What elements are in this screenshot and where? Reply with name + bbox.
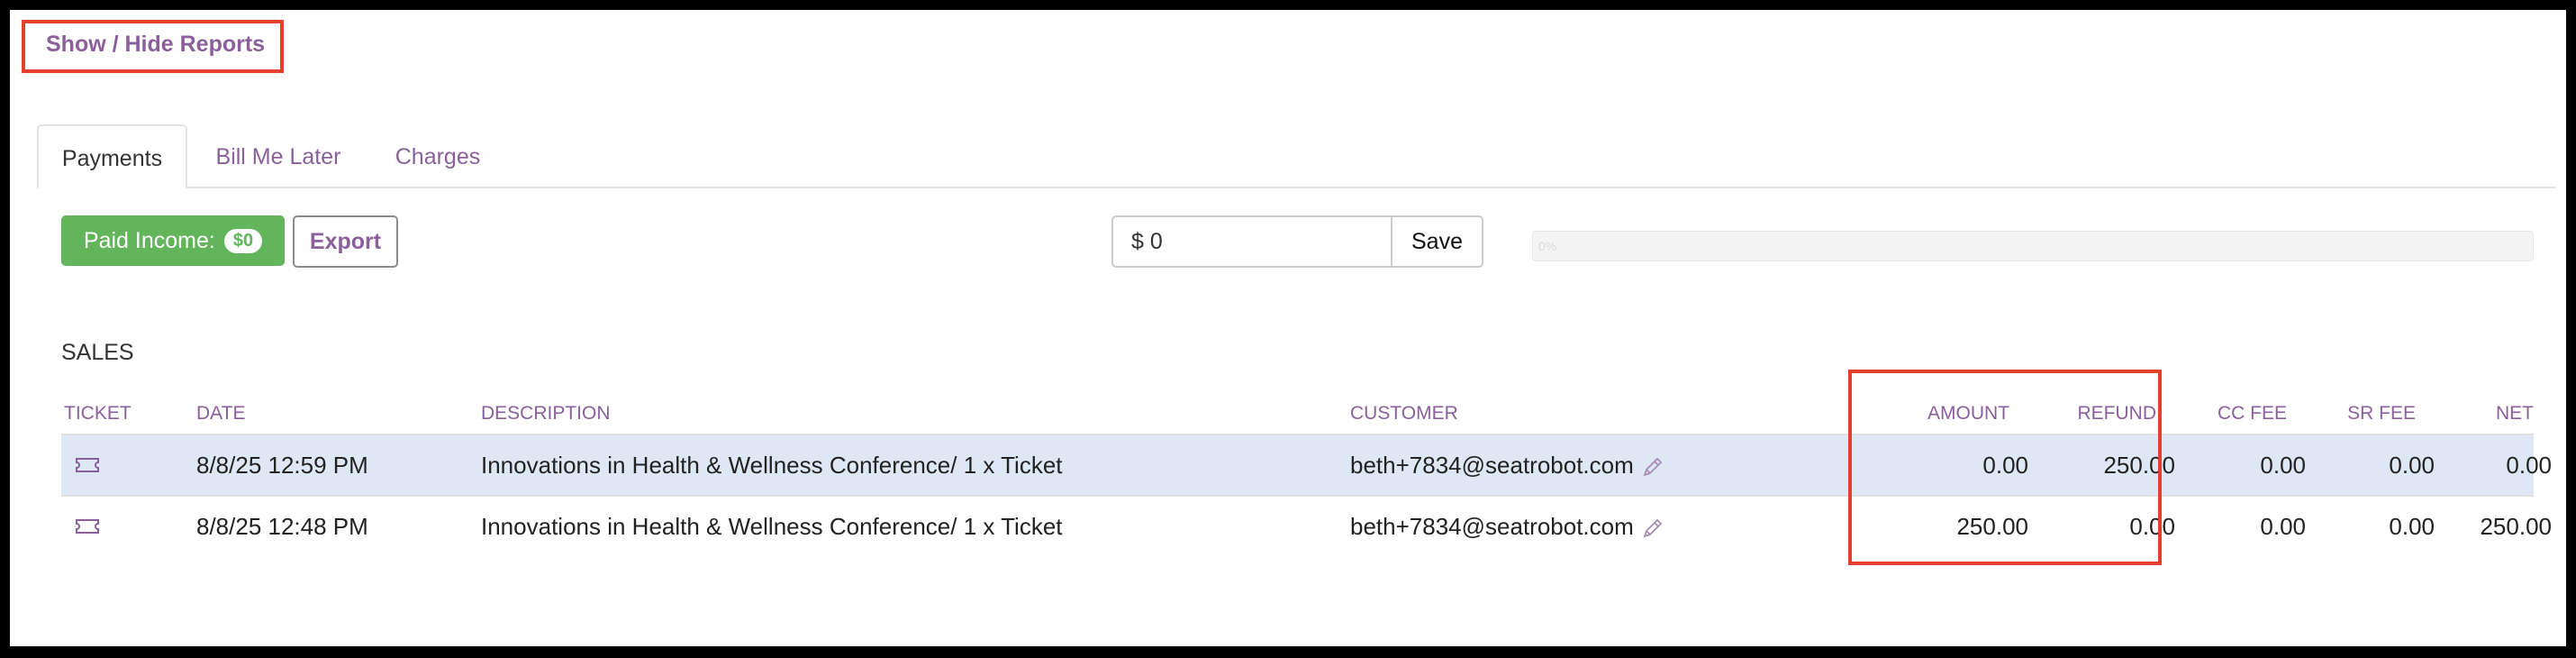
progress-text: 0%	[1538, 239, 1557, 253]
row-customer-email: beth+7834@seatrobot.com	[1350, 513, 1634, 540]
annotation-box-amount-refund	[1848, 370, 2162, 565]
pencil-icon[interactable]	[1641, 455, 1664, 479]
paid-income-label: Paid Income:	[83, 227, 215, 253]
col-header-net: NET	[2496, 403, 2534, 424]
row-cc-fee: 0.00	[2260, 513, 2306, 540]
ticket-icon	[76, 519, 99, 534]
col-header-customer: CUSTOMER	[1350, 403, 1458, 424]
col-header-ticket: TICKET	[64, 403, 132, 424]
row-customer: beth+7834@seatrobot.com	[1350, 497, 1664, 556]
row-sr-fee: 0.00	[2389, 513, 2435, 540]
row-date: 8/8/25 12:48 PM	[196, 513, 368, 540]
row-description: Innovations in Health & Wellness Confere…	[481, 513, 1063, 540]
toggle-reports-link[interactable]: Show / Hide Reports	[46, 32, 265, 58]
col-header-description: DESCRIPTION	[481, 403, 611, 424]
save-button[interactable]: Save	[1391, 215, 1483, 268]
progress-bar: 0%	[1532, 231, 2534, 261]
report-panel: Show / Hide Reports Payments Bill Me Lat…	[10, 10, 2566, 646]
row-net: 250.00	[2480, 513, 2552, 540]
tab-payments[interactable]: Payments	[37, 124, 187, 189]
sales-title: SALES	[61, 340, 134, 365]
amount-input[interactable]: $ 0	[1111, 215, 1392, 268]
row-net: 0.00	[2506, 452, 2552, 479]
row-description: Innovations in Health & Wellness Confere…	[481, 452, 1063, 479]
row-cc-fee: 0.00	[2260, 452, 2306, 479]
col-header-cc-fee: CC FEE	[2217, 403, 2287, 424]
export-button[interactable]: Export	[293, 215, 398, 268]
pencil-icon[interactable]	[1641, 516, 1664, 540]
table-row[interactable]: 8/8/25 12:48 PM Innovations in Health & …	[61, 497, 2552, 556]
col-header-sr-fee: SR FEE	[2347, 403, 2416, 424]
ticket-icon	[76, 458, 99, 472]
paid-income-badge: $0	[223, 228, 263, 253]
tab-bill-me-later[interactable]: Bill Me Later	[201, 124, 356, 189]
row-customer-email: beth+7834@seatrobot.com	[1350, 452, 1634, 479]
row-customer: beth+7834@seatrobot.com	[1350, 435, 1664, 495]
paid-income-button[interactable]: Paid Income: $0	[61, 215, 285, 266]
row-date: 8/8/25 12:59 PM	[196, 452, 368, 479]
row-sr-fee: 0.00	[2389, 452, 2435, 479]
col-header-date: DATE	[196, 403, 246, 424]
tab-charges[interactable]: Charges	[381, 124, 494, 189]
table-row[interactable]: 8/8/25 12:59 PM Innovations in Health & …	[61, 435, 2552, 495]
